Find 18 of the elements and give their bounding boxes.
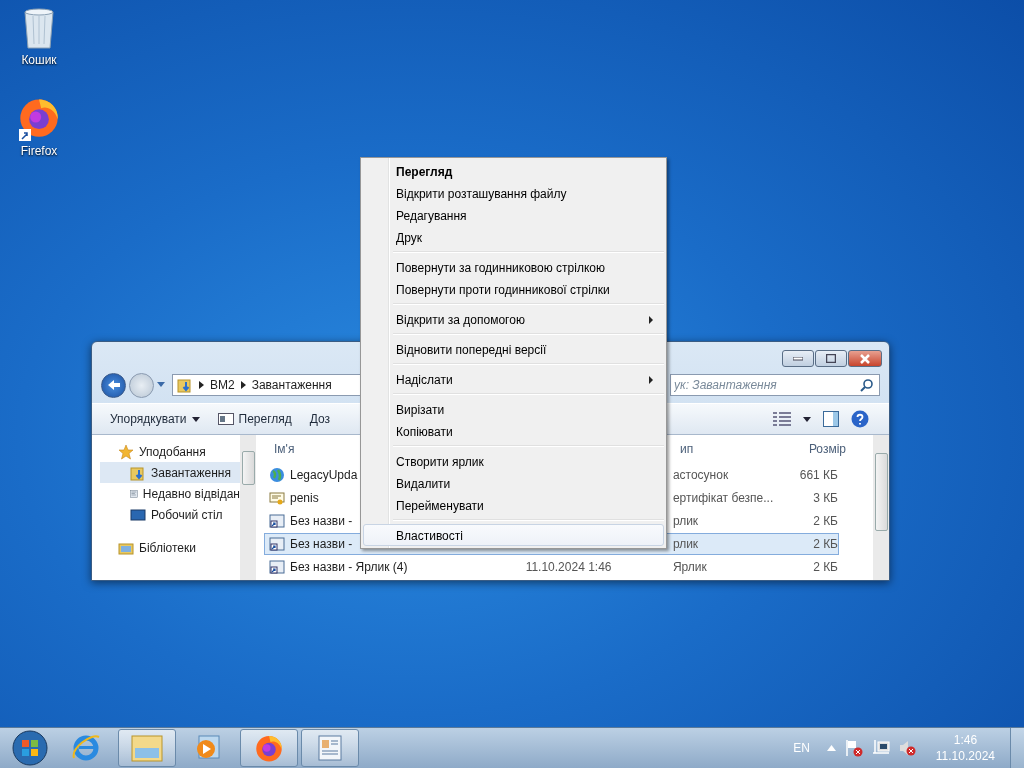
file-name: penis	[290, 491, 319, 505]
file-type: астосунок	[672, 468, 729, 482]
file-name: Без назви - Ярлик (4)	[290, 560, 408, 574]
file-type: Ярлик	[672, 560, 707, 574]
file-size: 2 КБ	[813, 560, 838, 574]
file-name: Без назви -	[290, 537, 353, 551]
file-name: LegacyUpda	[290, 468, 358, 482]
file-date: 11.10.2024 1:46	[525, 560, 612, 574]
file-size: 661 КБ	[799, 468, 838, 482]
file-size: 2 КБ	[813, 537, 838, 551]
file-type: ертифікат безпе...	[672, 491, 774, 505]
file-type: рлик	[672, 514, 699, 528]
clock-date: 11.10.2024	[935, 748, 995, 764]
clock-time: 1:46	[953, 732, 978, 748]
file-size: 2 КБ	[813, 514, 838, 528]
file-size: 3 КБ	[813, 491, 838, 505]
file-type: рлик	[672, 537, 699, 551]
file-name: Без назви -	[290, 514, 353, 528]
